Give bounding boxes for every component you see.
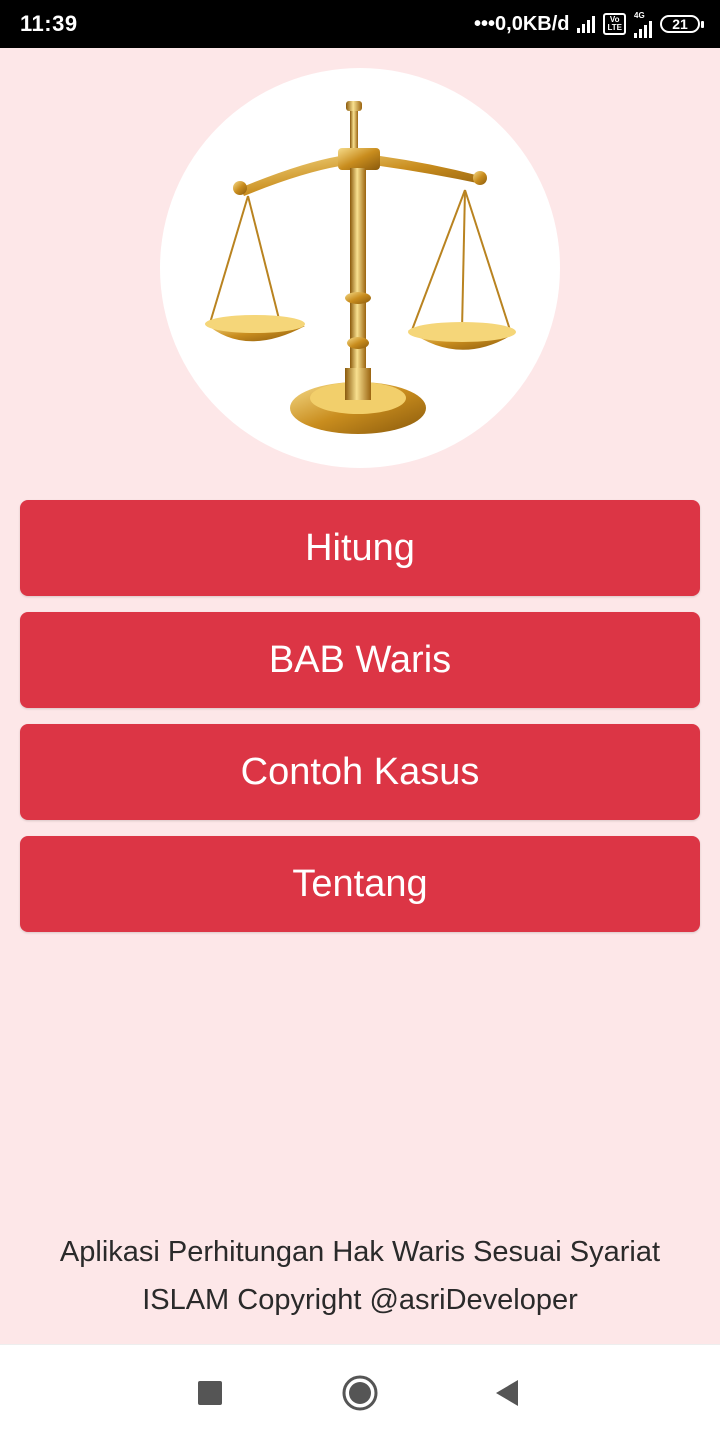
status-bar: 11:39 •••0,0KB/d Vo LTE 4G 21 (0, 0, 720, 48)
volte-icon: Vo LTE (603, 13, 626, 35)
battery-level: 21 (672, 16, 688, 32)
tentang-button[interactable]: Tentang (20, 836, 700, 932)
back-icon (496, 1380, 518, 1406)
hitung-button[interactable]: Hitung (20, 500, 700, 596)
home-button[interactable] (310, 1345, 410, 1441)
status-indicators: •••0,0KB/d Vo LTE 4G 21 (474, 11, 704, 38)
bab-waris-button[interactable]: BAB Waris (20, 612, 700, 708)
status-time: 11:39 (20, 11, 78, 36)
recents-button[interactable] (160, 1345, 260, 1441)
volte-line2: LTE (607, 23, 622, 32)
footer-line-1: Aplikasi Perhitungan Hak Waris Sesuai Sy… (59, 1236, 661, 1268)
signal-1-icon (577, 15, 596, 33)
scales-of-justice-icon (205, 101, 516, 434)
system-nav-bar (0, 1344, 720, 1441)
contoh-kasus-button[interactable]: Contoh Kasus (20, 724, 700, 820)
network-speed: •••0,0KB/d (474, 12, 570, 35)
signal-2-icon (634, 20, 652, 38)
network-type: 4G (634, 10, 645, 20)
battery-icon: 21 (660, 15, 704, 33)
footer-copyright: Aplikasi Perhitungan Hak Waris Sesuai Sy… (20, 1228, 700, 1324)
network-type-icon: 4G (634, 11, 652, 38)
footer-line-2: ISLAM Copyright @asriDeveloper (142, 1284, 578, 1316)
app-logo (160, 68, 560, 468)
back-button[interactable] (456, 1345, 556, 1441)
recents-icon (198, 1381, 222, 1405)
home-icon (342, 1375, 378, 1411)
